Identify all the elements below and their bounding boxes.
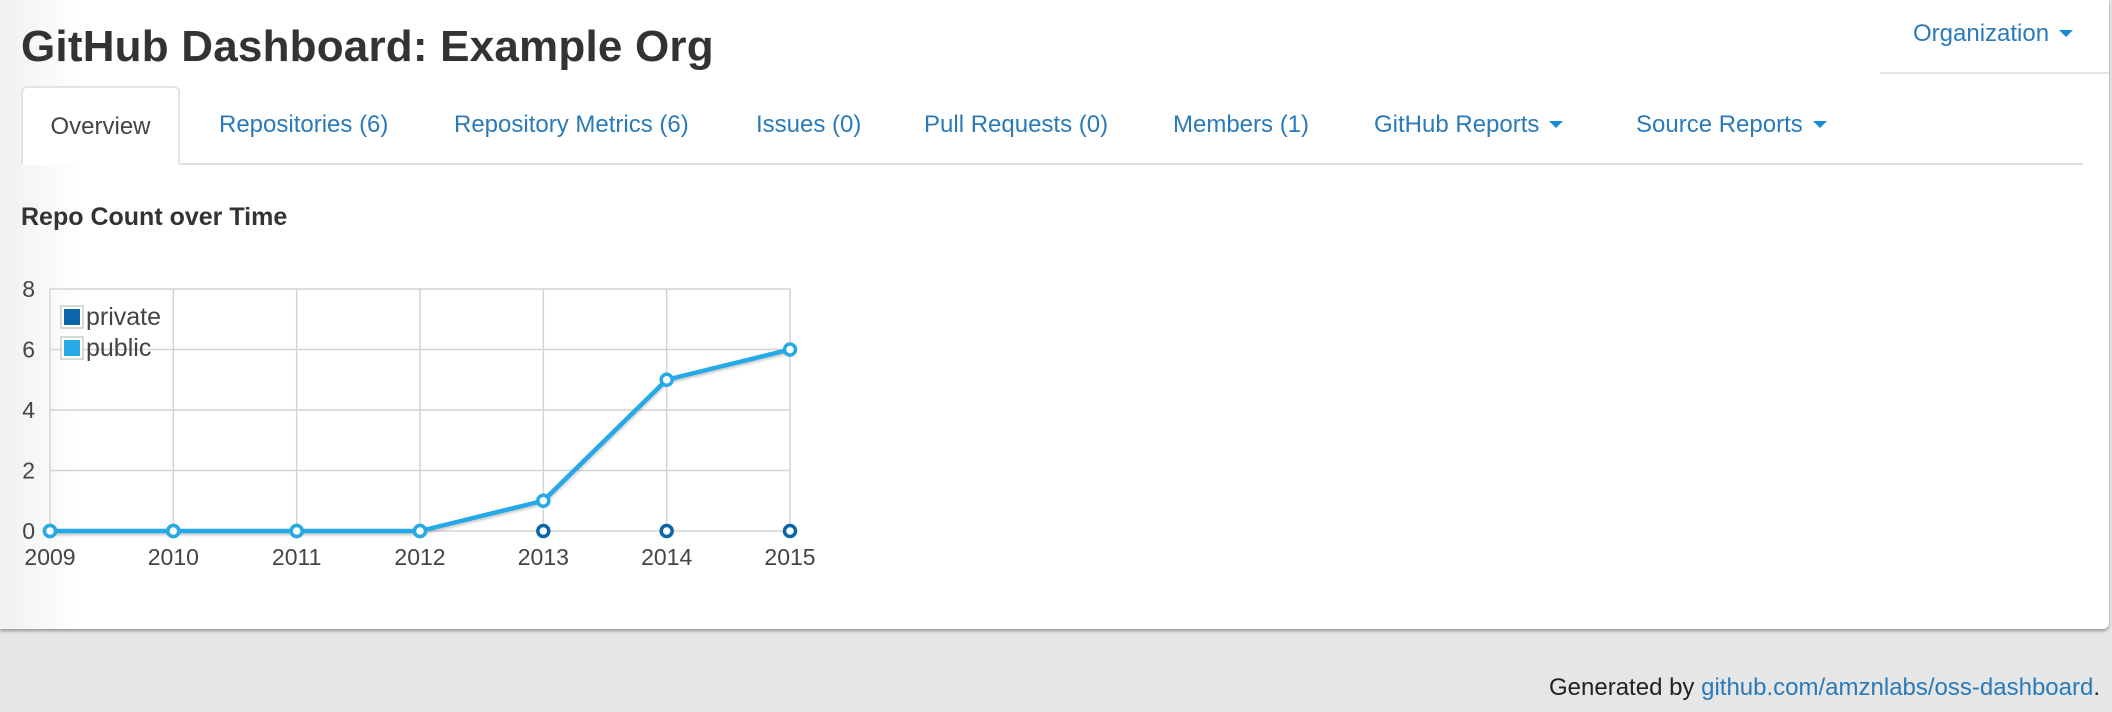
chart-legend: private public: [60, 303, 161, 362]
nav-tabs: Overview Repositories (6) Repository Met…: [21, 86, 2083, 165]
data-point-public: [782, 342, 798, 357]
y-tick-label: 4: [22, 397, 35, 423]
tab-repositories[interactable]: Repositories (6): [219, 86, 388, 163]
tab-members[interactable]: Members (1): [1173, 86, 1309, 163]
tab-repository-metrics[interactable]: Repository Metrics (6): [454, 86, 689, 163]
footer-link[interactable]: github.com/amznlabs/oss-dashboard: [1701, 674, 2093, 701]
tab-source-reports[interactable]: Source Reports: [1636, 86, 1827, 163]
data-point-public: [536, 493, 551, 508]
tab-label: Members (1): [1173, 111, 1310, 138]
footer-suffix: .: [2093, 674, 2100, 701]
data-point-public: [412, 523, 428, 539]
legend-swatch-public: [64, 340, 80, 356]
tab-label: Source Reports: [1636, 111, 1803, 138]
tab-overview[interactable]: Overview: [21, 86, 180, 165]
tab-label: Overview: [50, 113, 151, 140]
tab-issues[interactable]: Issues (0): [756, 86, 861, 163]
footer-prefix: Generated by: [1549, 674, 1702, 701]
caret-down-icon: [2059, 29, 2074, 37]
section-title: Repo Count over Time: [21, 203, 288, 231]
data-point-public: [42, 523, 58, 539]
organization-label: Organization: [1913, 20, 2050, 47]
data-point-private: [659, 523, 674, 539]
main-panel: GitHub Dashboard: Example Org Organizati…: [0, 0, 2109, 629]
x-tick-label: 2015: [764, 544, 815, 570]
x-tick-label: 2014: [641, 544, 692, 570]
caret-down-icon: [1812, 120, 1827, 128]
legend-swatch-private: [64, 309, 80, 325]
data-point-public: [166, 523, 181, 539]
tab-label: Repositories (6): [219, 111, 389, 138]
tab-github-reports[interactable]: GitHub Reports: [1374, 86, 1564, 163]
y-tick-label: 2: [22, 458, 35, 484]
data-point-private: [782, 523, 798, 539]
y-tick-label: 6: [22, 337, 35, 363]
organization-dropdown[interactable]: Organization: [1913, 20, 2074, 48]
x-tick-label: 2013: [518, 544, 569, 570]
organization-nav: Organization: [1880, 0, 2109, 74]
x-tick-label: 2012: [394, 544, 445, 570]
repo-count-chart: 0 2 4 6 8 2009 2010 2011 2012 2013 2014 2015 privat…: [22, 276, 815, 570]
caret-down-icon: [1549, 120, 1564, 128]
legend-label: public: [86, 334, 151, 362]
x-tick-label: 2009: [24, 544, 75, 570]
x-tick-label: 2010: [148, 544, 199, 570]
footer: Generated by github.com/amznlabs/oss-das…: [1549, 674, 2100, 702]
tab-label: Repository Metrics (6): [454, 111, 689, 138]
data-point-public: [289, 523, 304, 539]
y-tick-label: 8: [22, 276, 35, 302]
x-tick-label: 2011: [272, 544, 321, 570]
tab-label: GitHub Reports: [1374, 111, 1540, 138]
legend-label: private: [86, 303, 161, 331]
page-title: GitHub Dashboard: Example Org: [21, 22, 714, 71]
tab-label: Issues (0): [756, 111, 862, 138]
tab-pull-requests[interactable]: Pull Requests (0): [924, 86, 1108, 163]
tab-label: Pull Requests (0): [924, 111, 1109, 138]
data-point-public: [659, 372, 674, 387]
data-point-private: [536, 523, 551, 539]
y-tick-label: 0: [22, 518, 35, 544]
